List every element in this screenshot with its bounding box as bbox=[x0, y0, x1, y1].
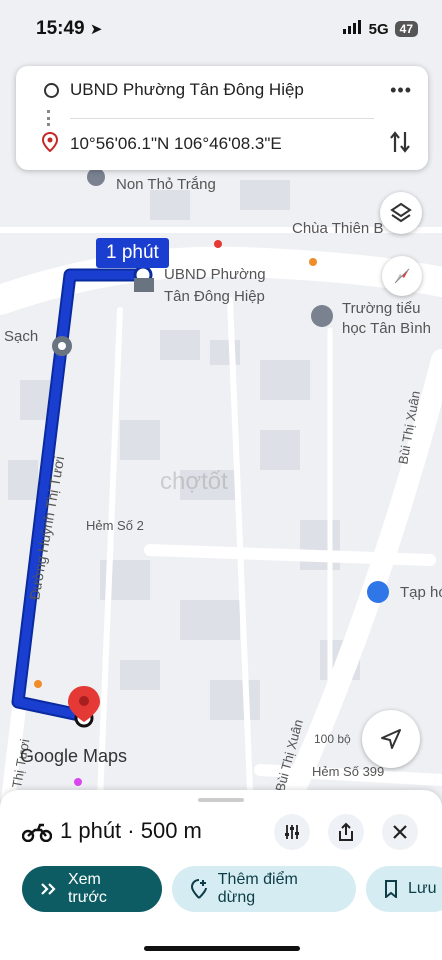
add-stop-label: Thêm điểm dừng bbox=[217, 871, 298, 906]
network-type: 5G bbox=[368, 20, 389, 38]
preview-label: Xem trước bbox=[67, 871, 107, 906]
double-chevron-icon bbox=[41, 883, 56, 895]
share-button[interactable] bbox=[328, 814, 364, 850]
map-label-chua[interactable]: Chùa Thiên B bbox=[292, 220, 383, 237]
bottom-sheet: 1 phút · 500 m Xem trước Thêm điểm dừng … bbox=[0, 790, 442, 960]
compass-icon bbox=[394, 268, 410, 284]
origin-circle-icon bbox=[44, 83, 59, 98]
destination-text[interactable]: 10°56'06.1"N 106°46'08.3"E bbox=[70, 134, 282, 154]
home-indicator bbox=[144, 946, 300, 951]
swap-icon[interactable] bbox=[388, 128, 412, 156]
close-icon bbox=[393, 825, 407, 839]
add-stop-button[interactable]: Thêm điểm dừng bbox=[172, 866, 356, 912]
bookmark-icon bbox=[385, 880, 397, 898]
origin-row[interactable]: UBND Phường Tân Đông Hiệp ••• bbox=[16, 66, 428, 114]
battery-icon: 47 bbox=[394, 21, 418, 37]
motorbike-icon bbox=[22, 823, 52, 842]
destination-row[interactable]: 10°56'06.1"N 106°46'08.3"E bbox=[16, 120, 428, 168]
signal-icon bbox=[342, 20, 363, 38]
more-options-icon[interactable]: ••• bbox=[390, 80, 412, 101]
close-button[interactable] bbox=[382, 814, 418, 850]
navigation-arrow-icon bbox=[381, 729, 401, 749]
map-label-hem-399: Hẻm Số 399 bbox=[312, 764, 385, 779]
map-scale: 100 bộ bbox=[314, 732, 351, 746]
route-summary: 1 phút · 500 m bbox=[60, 818, 202, 843]
route-options-button[interactable] bbox=[274, 814, 310, 850]
destination-pin-icon bbox=[42, 132, 58, 152]
status-time: 15:49 ➤ bbox=[36, 18, 103, 39]
preview-button[interactable]: Xem trước bbox=[22, 866, 162, 912]
status-indicators: 5G 47 bbox=[342, 20, 418, 38]
route-time-bubble[interactable]: 1 phút bbox=[96, 238, 169, 268]
share-icon bbox=[339, 822, 353, 841]
save-button[interactable]: Lưu bbox=[366, 866, 442, 912]
origin-text[interactable]: UBND Phường Tân Đông Hiệp bbox=[70, 80, 304, 100]
map-label-tap-hoa[interactable]: Tạp hó bbox=[400, 584, 442, 601]
layers-icon bbox=[390, 202, 412, 223]
map-label-ubnd-line2[interactable]: Tân Đông Hiệp bbox=[164, 288, 265, 305]
map-label-ubnd-line1[interactable]: UBND Phường bbox=[164, 266, 266, 283]
divider bbox=[70, 118, 374, 119]
compass-button[interactable] bbox=[382, 256, 422, 296]
recenter-button[interactable] bbox=[362, 710, 420, 768]
map-label-hem-so-2: Hẻm Số 2 bbox=[86, 518, 144, 533]
save-label: Lưu bbox=[408, 880, 437, 897]
google-maps-logo: Google Maps bbox=[20, 746, 128, 766]
route-card: UBND Phường Tân Đông Hiệp ••• 10°56'06.1… bbox=[16, 66, 428, 170]
map-label-non-tho-trang[interactable]: Non Thỏ Trắng bbox=[116, 176, 216, 193]
layers-button[interactable] bbox=[380, 192, 422, 234]
status-bar: 15:49 ➤ 5G 47 bbox=[0, 0, 442, 60]
map-label-truong-line2[interactable]: học Tân Bình bbox=[342, 320, 431, 337]
watermark: chợtốt bbox=[160, 468, 228, 495]
location-arrow-icon: ➤ bbox=[89, 21, 103, 38]
sliders-icon bbox=[285, 825, 299, 839]
drag-handle[interactable] bbox=[198, 798, 244, 802]
add-stop-pin-icon bbox=[190, 879, 207, 899]
map-label-sach[interactable]: Sạch bbox=[4, 328, 38, 345]
map-label-truong-line1[interactable]: Trường tiểu bbox=[342, 300, 421, 317]
